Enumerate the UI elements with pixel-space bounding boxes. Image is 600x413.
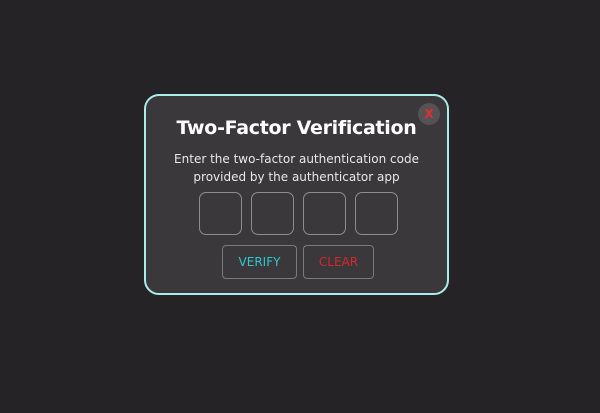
code-digit-4-input[interactable]: [355, 192, 398, 235]
dialog-description: Enter the two-factor authentication code…: [156, 150, 437, 186]
clear-button[interactable]: CLEAR: [303, 245, 374, 279]
verify-button[interactable]: VERIFY: [222, 245, 297, 279]
code-digit-3-input[interactable]: [303, 192, 346, 235]
description-line-1: Enter the two-factor authentication code: [174, 152, 419, 166]
dialog-title: Two-Factor Verification: [176, 117, 417, 139]
code-digit-1-input[interactable]: [199, 192, 242, 235]
description-line-2: provided by the authenticator app: [193, 170, 400, 184]
two-factor-dialog: X Two-Factor Verification Enter the two-…: [144, 94, 449, 295]
code-digit-2-input[interactable]: [251, 192, 294, 235]
